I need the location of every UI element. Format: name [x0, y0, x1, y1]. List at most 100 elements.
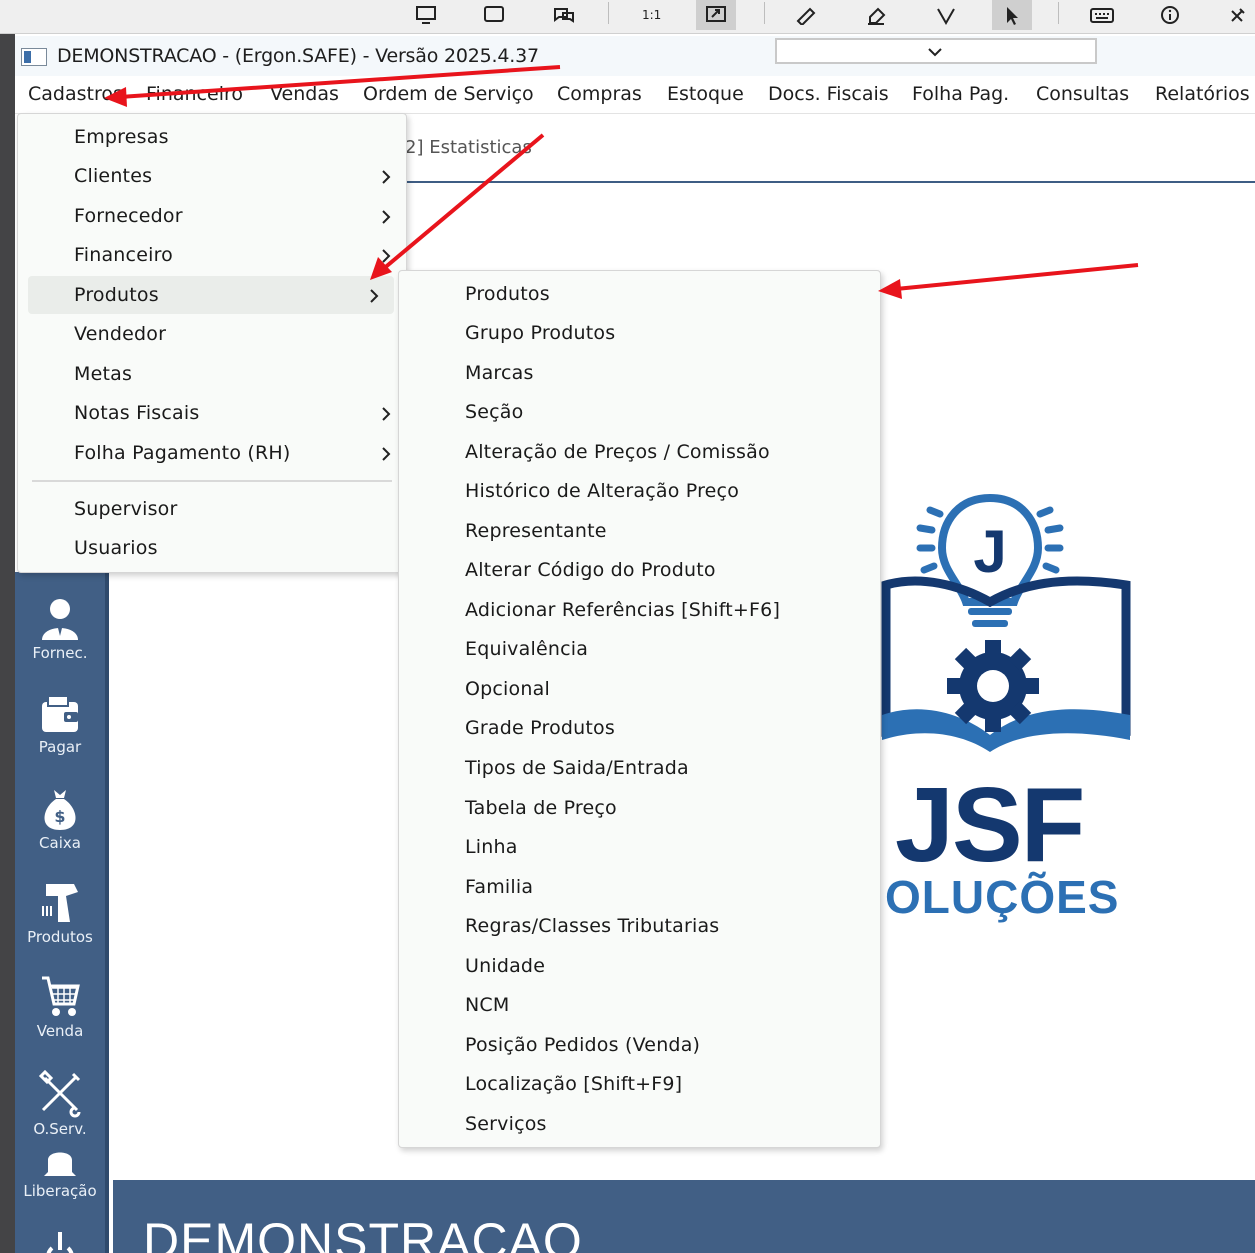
submenu-item-grade-produtos[interactable]: Grade Produtos	[399, 709, 880, 747]
annotation-arrowhead	[878, 279, 902, 299]
sidebar-item-fornec[interactable]: Fornec.	[15, 596, 105, 662]
chevron-right-icon	[382, 249, 391, 263]
shopping-cart-icon	[42, 976, 80, 1016]
shortcut-sidebar: Fornec. Pagar $ Caixa Produtos Venda O.S…	[15, 572, 105, 1253]
submenu-item-produtos[interactable]: Produtos	[399, 275, 880, 313]
chevron-right-icon	[370, 289, 379, 303]
company-select[interactable]	[775, 38, 1097, 64]
sidebar-item-produtos[interactable]: Produtos	[15, 880, 105, 946]
sidebar-item-venda[interactable]: Venda	[15, 974, 105, 1040]
menu-financeiro[interactable]: Financeiro	[146, 83, 243, 105]
submenu-item-regras-tributarias[interactable]: Regras/Classes Tributarias	[399, 907, 880, 945]
chevron-right-icon	[382, 210, 391, 224]
checkmark-icon[interactable]	[926, 0, 966, 30]
menu-item-supervisor[interactable]: Supervisor	[18, 490, 406, 528]
svg-text:$: $	[54, 807, 65, 826]
menu-consultas[interactable]: Consultas	[1036, 83, 1129, 105]
submenu-item-familia[interactable]: Familia	[399, 868, 880, 906]
info-icon[interactable]	[1150, 0, 1190, 30]
chevron-right-icon	[382, 170, 391, 184]
actual-size-icon[interactable]: 1:1	[632, 0, 672, 30]
submenu-item-alteracao-precos[interactable]: Alteração de Preços / Comissão	[399, 433, 880, 471]
menu-item-produtos[interactable]: Produtos	[28, 276, 394, 314]
app-icon	[21, 48, 47, 66]
barcode-scanner-icon	[42, 884, 78, 922]
submenu-item-linha[interactable]: Linha	[399, 828, 880, 866]
submenu-item-adicionar-referencias[interactable]: Adicionar Referências [Shift+F6]	[399, 591, 880, 629]
menu-relatorios[interactable]: Relatórios	[1155, 83, 1250, 105]
menu-item-clientes[interactable]: Clientes	[18, 157, 406, 195]
menu-compras[interactable]: Compras	[557, 83, 642, 105]
menu-ordem-servico[interactable]: Ordem de Serviço	[363, 83, 534, 105]
tools-icon	[38, 1069, 81, 1118]
submenu-item-secao[interactable]: Seção	[399, 393, 880, 431]
submenu-item-alterar-codigo[interactable]: Alterar Código do Produto	[399, 551, 880, 589]
keyboard-icon[interactable]	[1082, 0, 1122, 30]
submenu-item-representante[interactable]: Representante	[399, 512, 880, 550]
left-strip	[0, 34, 15, 1253]
menu-cadastros[interactable]: Cadastros	[28, 83, 123, 105]
chevron-down-icon	[928, 48, 942, 57]
submenu-item-posicao-pedidos[interactable]: Posição Pedidos (Venda)	[399, 1026, 880, 1064]
menu-item-metas[interactable]: Metas	[18, 355, 406, 393]
submenu-item-localizacao[interactable]: Localização [Shift+F9]	[399, 1065, 880, 1103]
money-bag-icon: $	[44, 790, 76, 830]
tab-estatisticas[interactable]: 2] Estatisticas	[405, 137, 532, 158]
submenu-item-historico-preco[interactable]: Histórico de Alteração Preço	[399, 472, 880, 510]
submenu-item-tabela-preco[interactable]: Tabela de Preço	[399, 789, 880, 827]
sidebar-item-pagar[interactable]: Pagar	[15, 692, 105, 756]
menu-item-fornecedor[interactable]: Fornecedor	[18, 197, 406, 235]
menu-vendas[interactable]: Vendas	[270, 83, 339, 105]
submenu-item-tipos-saida-entrada[interactable]: Tipos de Saida/Entrada	[399, 749, 880, 787]
menu-item-folha-pagamento[interactable]: Folha Pagamento (RH)	[18, 434, 406, 472]
pointer-icon[interactable]	[992, 0, 1032, 30]
remote-toolbar: 1:1	[0, 0, 1255, 34]
submenu-item-equivalencia[interactable]: Equivalência	[399, 630, 880, 668]
scale-icon[interactable]	[696, 0, 736, 30]
logo-sub-text: OLUÇÕES	[885, 871, 1120, 923]
chevron-right-icon	[382, 447, 391, 461]
menu-item-vendedor[interactable]: Vendedor	[18, 315, 406, 353]
svg-text:J: J	[973, 518, 1006, 585]
annotation-arrow-submenu	[895, 263, 1139, 291]
submenu-item-unidade[interactable]: Unidade	[399, 947, 880, 985]
company-banner: DEMONSTRACAO	[113, 1180, 1255, 1253]
company-logo: J JSF OLUÇÕES	[880, 490, 1140, 930]
menu-item-usuarios[interactable]: Usuarios	[18, 529, 406, 567]
lightbulb-book-icon: J	[881, 493, 1131, 752]
logo-main-text: JSF	[895, 766, 1085, 884]
tab-underline	[400, 181, 1255, 183]
submenu-item-grupo-produtos[interactable]: Grupo Produtos	[399, 314, 880, 352]
eraser-icon[interactable]	[856, 0, 896, 30]
sidebar-item-liberacao[interactable]: Liberação	[15, 1146, 105, 1200]
submenu-item-opcional[interactable]: Opcional	[399, 670, 880, 708]
cadastros-menu: Empresas Clientes Fornecedor Financeiro …	[17, 113, 407, 573]
menu-bar: Cadastros Financeiro Vendas Ordem de Ser…	[15, 76, 1255, 114]
banner-title: DEMONSTRACAO	[143, 1213, 583, 1253]
title-bar: DEMONSTRACAO - (Ergon.SAFE) - Versão 202…	[15, 36, 1255, 76]
submenu-item-ncm[interactable]: NCM	[399, 986, 880, 1024]
menu-item-empresas[interactable]: Empresas	[18, 118, 406, 156]
submenu-item-marcas[interactable]: Marcas	[399, 354, 880, 392]
submenu-item-servicos[interactable]: Serviços	[399, 1105, 880, 1143]
chevron-right-icon	[382, 407, 391, 421]
produtos-submenu: Produtos Grupo Produtos Marcas Seção Alt…	[398, 270, 881, 1148]
bell-icon	[44, 1152, 76, 1176]
menu-docs-fiscais[interactable]: Docs. Fiscais	[768, 83, 889, 105]
person-icon	[42, 599, 78, 640]
sidebar-border	[105, 572, 109, 1253]
menu-item-financeiro[interactable]: Financeiro	[18, 236, 406, 274]
chat-icon[interactable]	[544, 0, 584, 30]
sidebar-item-oserv[interactable]: O.Serv.	[15, 1068, 105, 1138]
menu-item-notas-fiscais[interactable]: Notas Fiscais	[18, 394, 406, 432]
window-title: DEMONSTRACAO - (Ergon.SAFE) - Versão 202…	[57, 45, 539, 67]
monitor-icon[interactable]	[406, 0, 446, 30]
menu-separator	[32, 480, 392, 482]
tools-icon[interactable]	[1218, 0, 1255, 30]
power-icon[interactable]	[15, 1228, 105, 1253]
menu-folha-pag[interactable]: Folha Pag.	[912, 83, 1009, 105]
sidebar-item-caixa[interactable]: $ Caixa	[15, 786, 105, 852]
menu-estoque[interactable]: Estoque	[667, 83, 744, 105]
pen-icon[interactable]	[786, 0, 826, 30]
window-icon[interactable]	[474, 0, 514, 30]
